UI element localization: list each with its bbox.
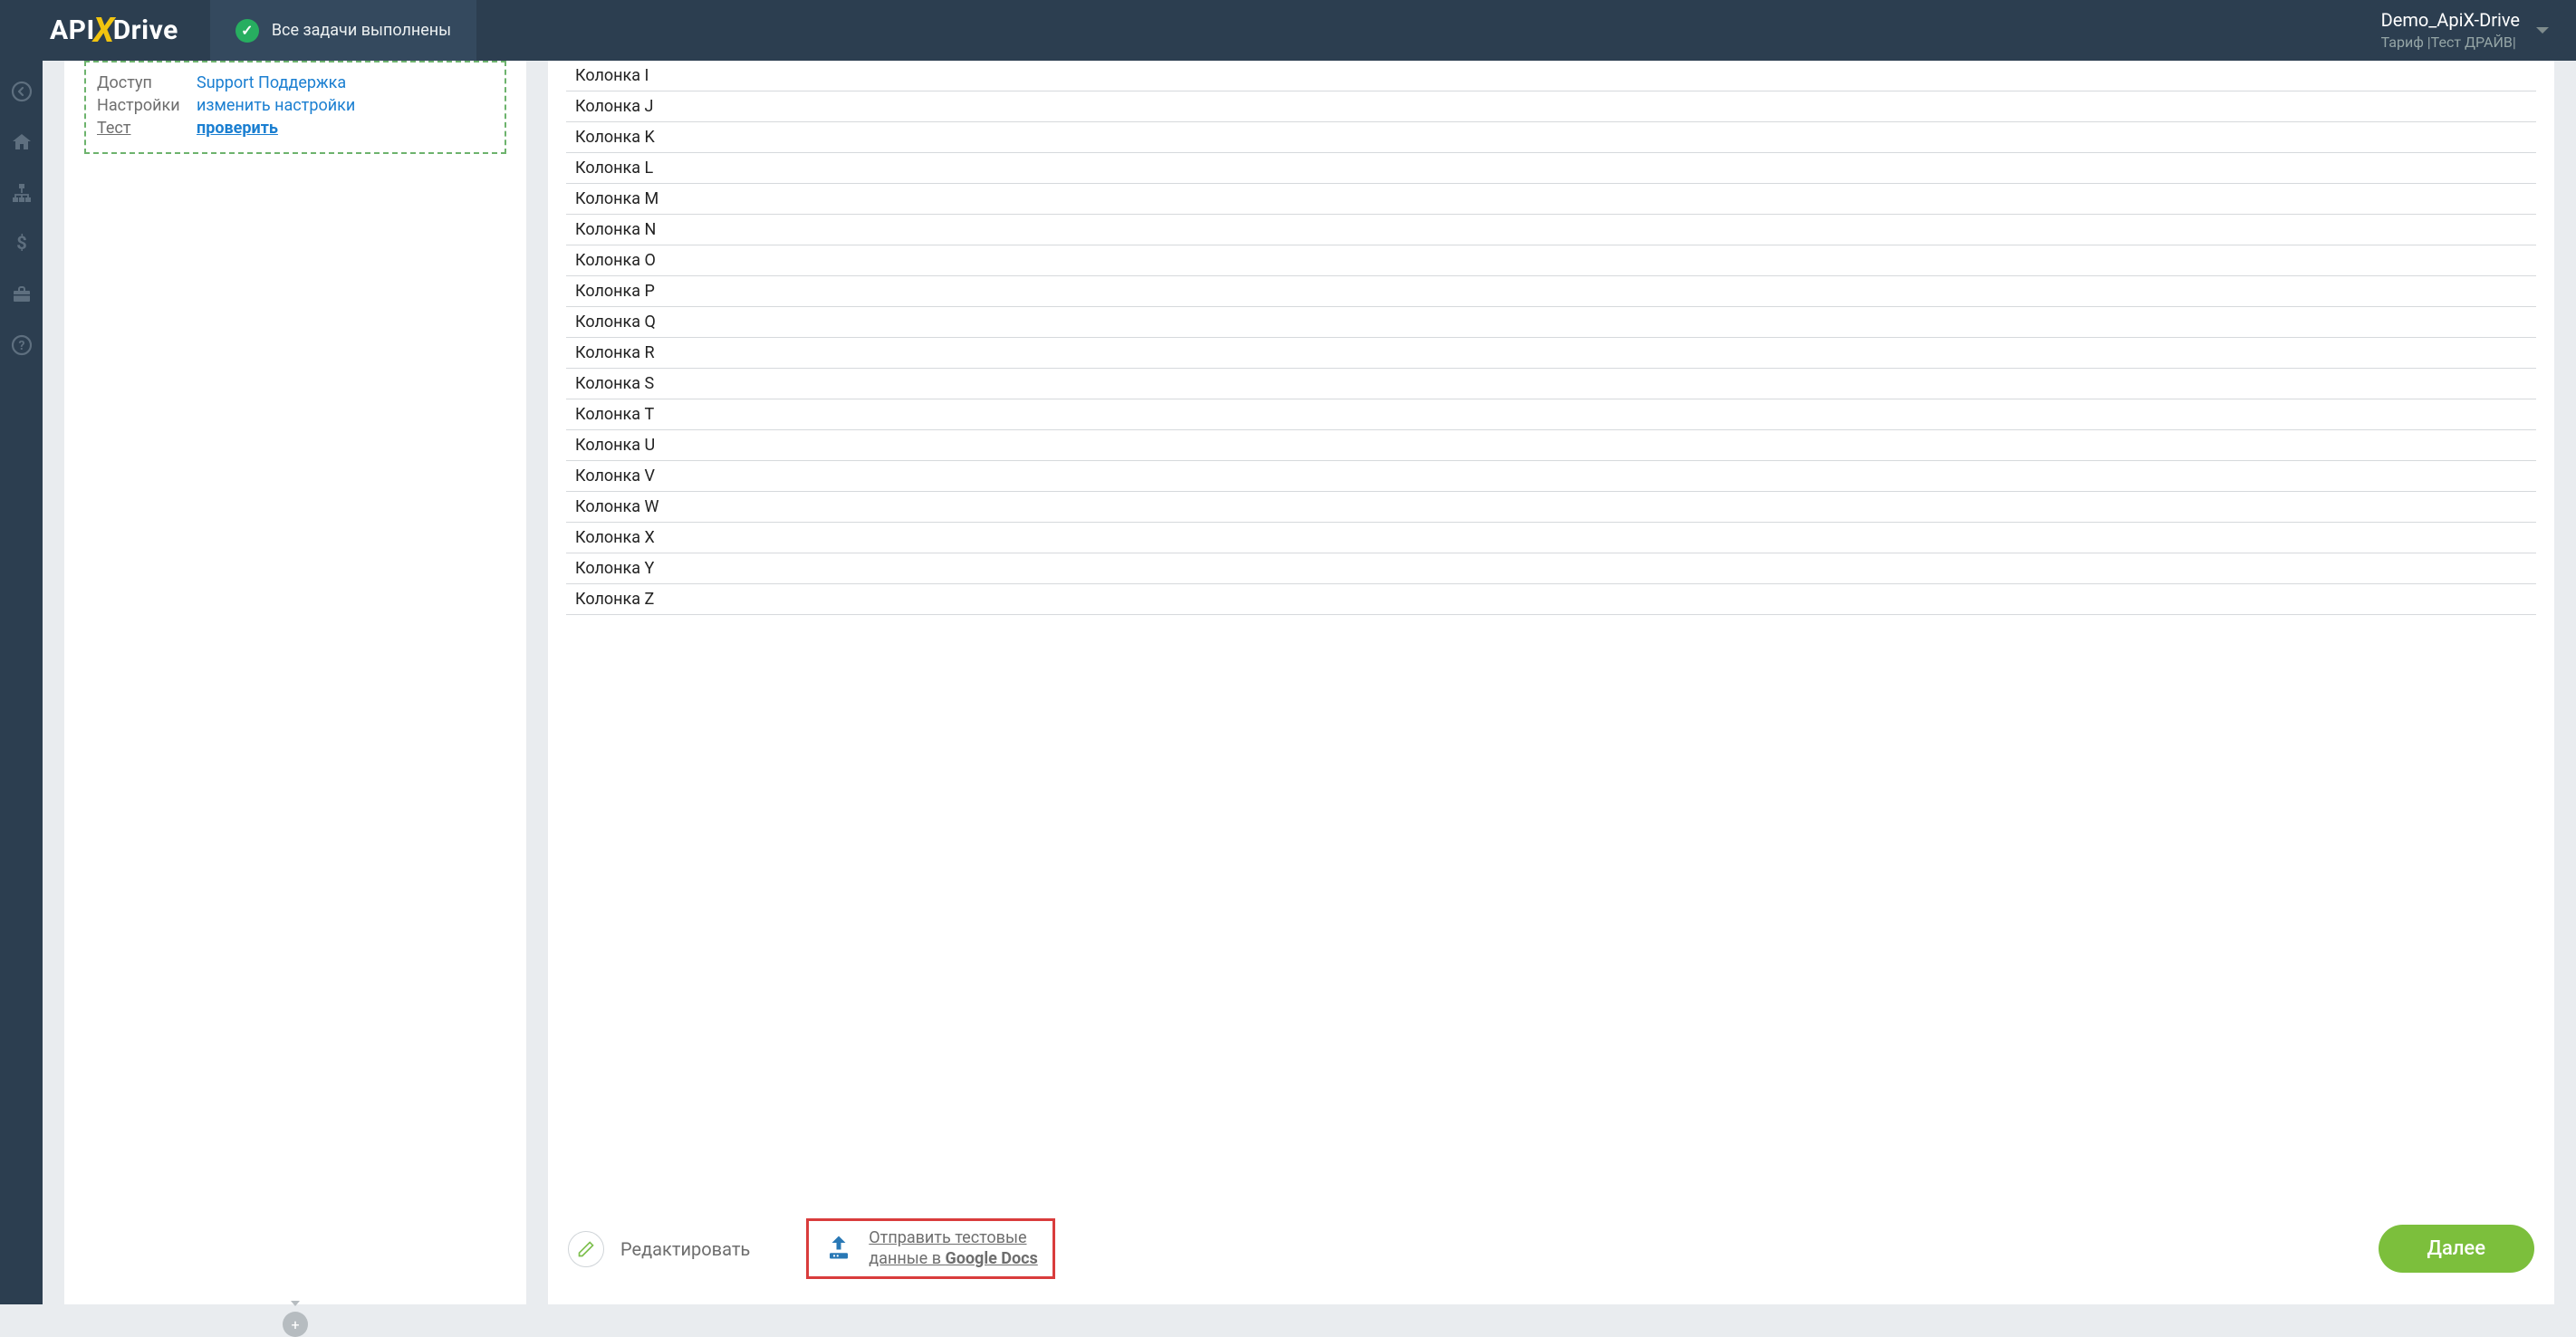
edit-button[interactable]: Редактировать bbox=[568, 1231, 750, 1267]
pencil-icon bbox=[568, 1231, 604, 1267]
help-icon[interactable]: ? bbox=[0, 320, 43, 370]
next-button[interactable]: Далее bbox=[2379, 1225, 2535, 1273]
header: API X Drive ✓ Все задачи выполнены Demo_… bbox=[0, 0, 2576, 61]
upload-icon bbox=[823, 1234, 854, 1265]
send-test-data-button[interactable]: Отправить тестовые данные в Google Docs bbox=[806, 1218, 1054, 1279]
column-row[interactable]: Колонка Q bbox=[566, 307, 2536, 338]
chevron-down-icon bbox=[2536, 27, 2549, 34]
column-row[interactable]: Колонка S bbox=[566, 369, 2536, 399]
config-label: Настройки bbox=[97, 96, 197, 115]
action-bar: Редактировать Отправить тестовые данные … bbox=[548, 1200, 2554, 1304]
config-label: Доступ bbox=[97, 73, 197, 92]
status-banner: ✓ Все задачи выполнены bbox=[210, 0, 476, 61]
send-test-label: Отправить тестовые данные в Google Docs bbox=[869, 1228, 1037, 1269]
left-panel: ДоступSupport ПоддержкаНастройкиизменить… bbox=[64, 61, 526, 1304]
column-list[interactable]: Колонка IКолонка JКолонка KКолонка LКоло… bbox=[548, 61, 2554, 1200]
column-row[interactable]: Колонка N bbox=[566, 215, 2536, 245]
config-label: Тест bbox=[97, 119, 197, 138]
column-row[interactable]: Колонка Z bbox=[566, 584, 2536, 615]
column-row[interactable]: Колонка T bbox=[566, 399, 2536, 430]
account-menu[interactable]: Demo_ApiX-Drive Тариф |Тест ДРАЙВ| bbox=[2381, 8, 2576, 53]
briefcase-icon[interactable] bbox=[0, 269, 43, 320]
column-row[interactable]: Колонка J bbox=[566, 91, 2536, 122]
logo-part-x: X bbox=[93, 11, 115, 51]
config-row: Настройкиизменить настройки bbox=[97, 94, 494, 117]
column-row[interactable]: Колонка O bbox=[566, 245, 2536, 276]
logo-part-drive: Drive bbox=[113, 14, 178, 46]
column-row[interactable]: Колонка Y bbox=[566, 553, 2536, 584]
column-row[interactable]: Колонка K bbox=[566, 122, 2536, 153]
config-card: ДоступSupport ПоддержкаНастройкиизменить… bbox=[84, 61, 506, 154]
config-link[interactable]: изменить настройки bbox=[197, 96, 355, 115]
config-link[interactable]: Support Поддержка bbox=[197, 73, 346, 92]
connections-icon[interactable] bbox=[0, 168, 43, 218]
add-step-button[interactable]: + bbox=[283, 1312, 308, 1337]
config-link[interactable]: проверить bbox=[197, 119, 278, 138]
status-text: Все задачи выполнены bbox=[272, 21, 451, 40]
svg-text:$: $ bbox=[16, 233, 26, 254]
logo-part-api: API bbox=[50, 14, 95, 46]
edit-label: Редактировать bbox=[620, 1238, 750, 1260]
column-row[interactable]: Колонка P bbox=[566, 276, 2536, 307]
column-row[interactable]: Колонка X bbox=[566, 523, 2536, 553]
column-row[interactable]: Колонка I bbox=[566, 61, 2536, 91]
nav-back-icon[interactable] bbox=[0, 66, 43, 117]
column-row[interactable]: Колонка V bbox=[566, 461, 2536, 492]
column-row[interactable]: Колонка L bbox=[566, 153, 2536, 184]
account-plan: Тариф |Тест ДРАЙВ| bbox=[2381, 33, 2520, 53]
column-row[interactable]: Колонка U bbox=[566, 430, 2536, 461]
config-row: ДоступSupport Поддержка bbox=[97, 72, 494, 94]
logo[interactable]: API X Drive bbox=[0, 11, 210, 51]
column-row[interactable]: Колонка W bbox=[566, 492, 2536, 523]
config-row: Тестпроверить bbox=[97, 117, 494, 139]
billing-icon[interactable]: $ bbox=[0, 218, 43, 269]
column-row[interactable]: Колонка R bbox=[566, 338, 2536, 369]
sidebar: $ ? bbox=[0, 61, 43, 1304]
check-icon: ✓ bbox=[235, 19, 259, 43]
right-panel: Колонка IКолонка JКолонка KКолонка LКоло… bbox=[548, 61, 2554, 1304]
column-row[interactable]: Колонка M bbox=[566, 184, 2536, 215]
account-name: Demo_ApiX-Drive bbox=[2381, 8, 2520, 33]
svg-text:?: ? bbox=[18, 339, 24, 353]
home-icon[interactable] bbox=[0, 117, 43, 168]
